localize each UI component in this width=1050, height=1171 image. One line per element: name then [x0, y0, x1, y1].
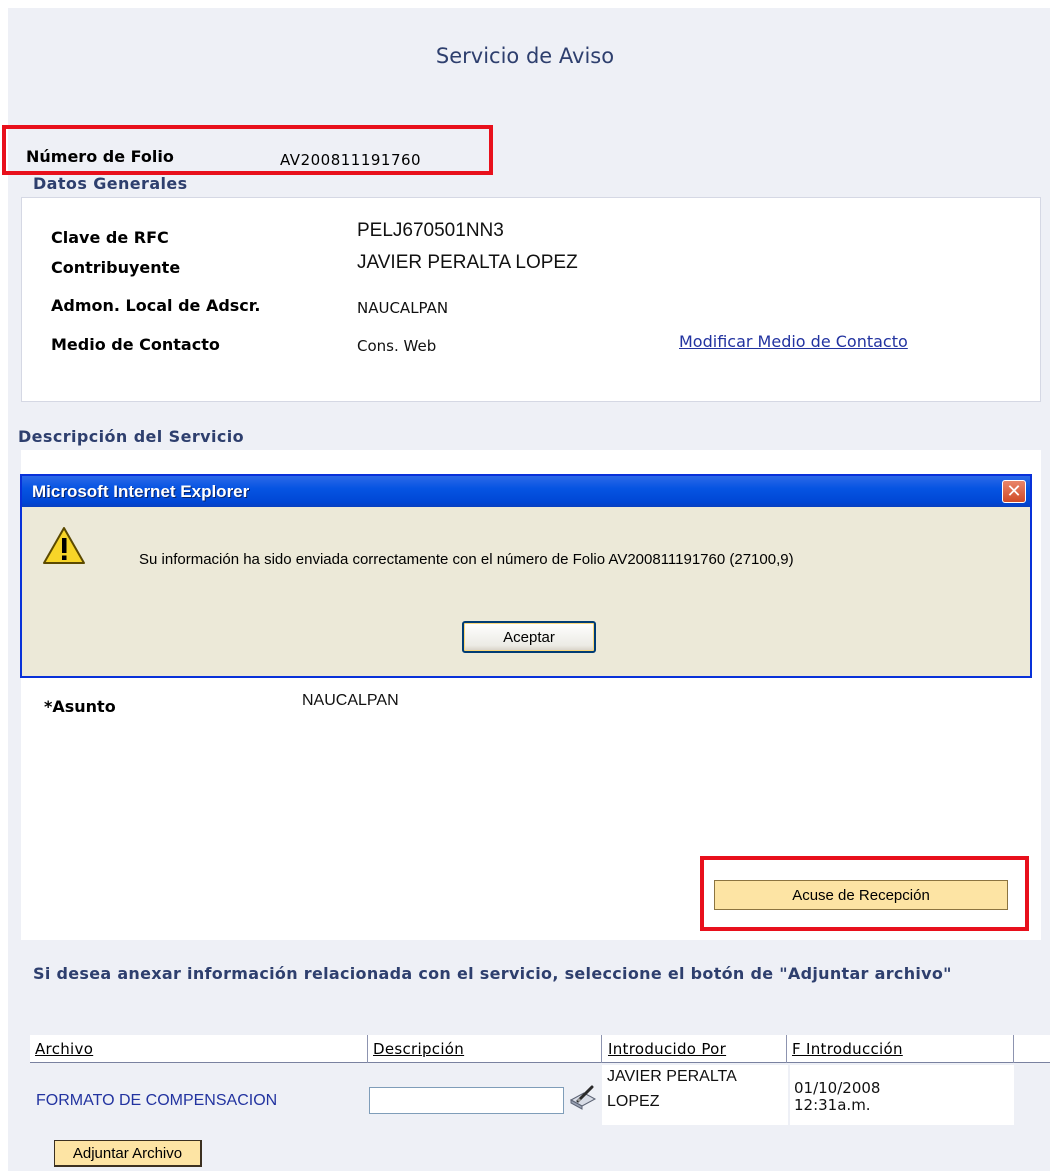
page-title: Servicio de Aviso	[435, 44, 615, 68]
asunto-label: *Asunto	[44, 697, 116, 716]
anexar-instructions: Si desea anexar información relacionada …	[33, 964, 952, 983]
file-link-formato[interactable]: FORMATO DE COMPENSACION	[36, 1092, 277, 1110]
dialog-message: Su información ha sido enviada correctam…	[139, 551, 794, 568]
folio-value: AV200811191760	[280, 151, 422, 169]
contribuyente-label: Contribuyente	[51, 258, 181, 277]
description-input[interactable]	[369, 1087, 564, 1114]
modificar-medio-contacto-link[interactable]: Modificar Medio de Contacto	[679, 332, 908, 351]
column-separator	[367, 1035, 368, 1063]
admon-local-value: NAUCALPAN	[357, 299, 449, 317]
introducido-por-line1: JAVIER PERALTA	[607, 1068, 737, 1085]
aceptar-button[interactable]: Aceptar	[462, 621, 596, 653]
introducido-por-line2: LOPEZ	[607, 1093, 660, 1110]
col-introducido-header[interactable]: Introducido Por	[608, 1040, 726, 1058]
alert-dialog: Microsoft Internet Explorer ✕ Su informa…	[20, 474, 1032, 678]
medio-contacto-value: Cons. Web	[357, 337, 437, 355]
col-archivo-header[interactable]: Archivo	[35, 1040, 93, 1058]
files-table-header: Archivo Descripción Introducido Por F In…	[30, 1035, 1050, 1063]
column-separator	[1013, 1035, 1014, 1063]
asunto-value: NAUCALPAN	[302, 692, 399, 709]
dialog-titlebar[interactable]: Microsoft Internet Explorer	[22, 476, 1030, 507]
dialog-title: Microsoft Internet Explorer	[32, 481, 250, 501]
admon-local-label: Admon. Local de Adscr.	[51, 296, 261, 315]
fecha-line1: 01/10/2008	[794, 1079, 881, 1097]
warning-icon	[43, 527, 85, 564]
adjuntar-archivo-button[interactable]: Adjuntar Archivo	[54, 1140, 202, 1167]
contribuyente-value: JAVIER PERALTA LOPEZ	[357, 252, 578, 273]
col-descripcion-header[interactable]: Descripción	[373, 1040, 464, 1058]
folio-label: Número de Folio	[26, 147, 174, 166]
medio-contacto-label: Medio de Contacto	[51, 335, 220, 354]
fecha-line2: 12:31a.m.	[794, 1096, 871, 1114]
edit-description-icon[interactable]	[568, 1085, 598, 1111]
column-separator	[601, 1035, 602, 1063]
column-separator	[786, 1035, 787, 1063]
rfc-label: Clave de RFC	[51, 228, 169, 247]
descripcion-servicio-title: Descripción del Servicio	[18, 427, 244, 446]
close-icon[interactable]: ✕	[1002, 480, 1026, 503]
datos-generales-title: Datos Generales	[33, 174, 188, 193]
col-fecha-header[interactable]: F Introducción	[792, 1040, 903, 1058]
rfc-value: PELJ670501NN3	[357, 220, 504, 241]
acuse-recepcion-button[interactable]: Acuse de Recepción	[714, 880, 1008, 910]
